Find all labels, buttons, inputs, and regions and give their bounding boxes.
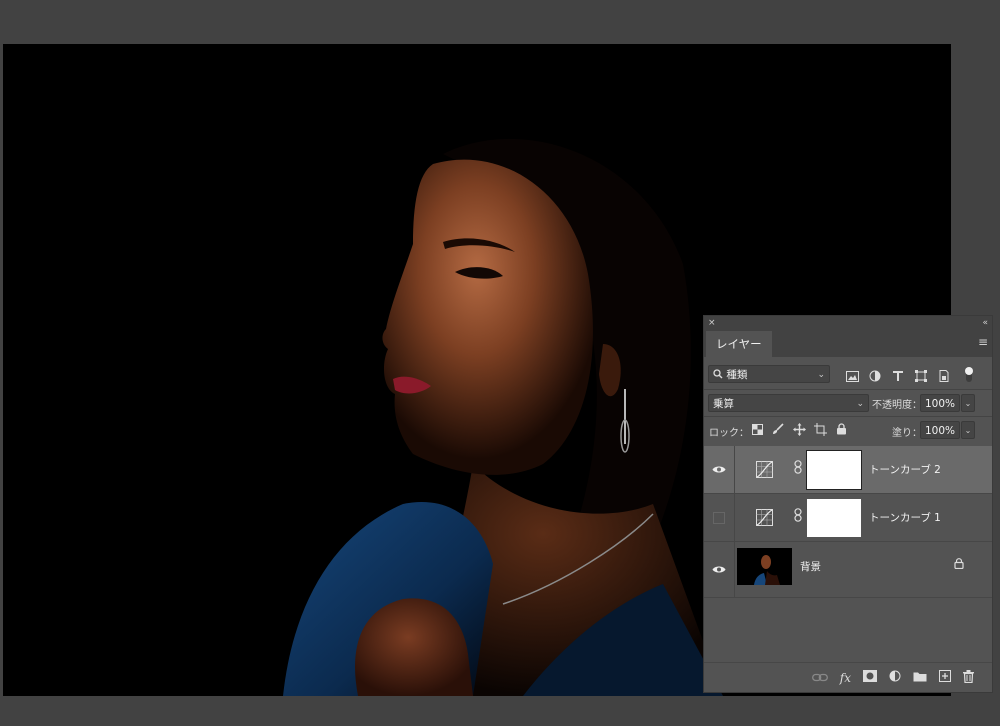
curves-adjustment-icon[interactable]: [756, 509, 773, 526]
layer-row-curves-2[interactable]: トーンカーブ 2: [704, 446, 992, 494]
chevron-down-icon: ⌄: [964, 399, 972, 408]
search-icon: [713, 369, 726, 381]
chevron-down-icon: ⌄: [964, 426, 972, 435]
layers-panel: × « レイヤー ≡ 種類 ⌄ 乗算 ⌄ 不透明度： 100% ⌄ ロック： 塗…: [703, 315, 993, 693]
layer-thumbnail[interactable]: [737, 548, 792, 585]
panel-menu-icon[interactable]: ≡: [978, 335, 988, 349]
layer-mask-thumbnail[interactable]: [806, 450, 862, 490]
filter-icon-group: [844, 368, 952, 384]
collapse-icon[interactable]: «: [982, 318, 988, 328]
type-filter-icon[interactable]: [890, 368, 906, 384]
close-icon[interactable]: ×: [708, 318, 716, 328]
new-layer-icon[interactable]: [939, 670, 951, 685]
hidden-visibility-box: [713, 511, 725, 524]
blend-mode-select[interactable]: 乗算 ⌄: [708, 394, 869, 412]
new-adjustment-icon[interactable]: [889, 670, 901, 685]
lock-position-icon[interactable]: [792, 422, 806, 436]
fill-dropdown-button[interactable]: ⌄: [961, 421, 975, 439]
lock-all-icon[interactable]: [834, 422, 848, 436]
chevron-down-icon: ⌄: [856, 399, 864, 409]
eye-icon: [712, 566, 726, 573]
lock-icon: [954, 558, 964, 572]
fill-input[interactable]: 100%: [920, 421, 960, 439]
shape-filter-icon[interactable]: [913, 368, 929, 384]
layers-bottom-toolbar: fx: [704, 662, 992, 692]
eye-icon: [712, 466, 726, 473]
link-icon[interactable]: [811, 671, 828, 685]
filter-kind-label: 種類: [726, 369, 748, 381]
link-chain-icon[interactable]: [794, 508, 802, 526]
adjustment-filter-icon[interactable]: [867, 368, 883, 384]
layer-name[interactable]: トーンカーブ 1: [869, 510, 941, 525]
fx-icon[interactable]: fx: [840, 671, 851, 685]
lock-transparent-icon[interactable]: [750, 422, 764, 436]
lock-image-icon[interactable]: [771, 422, 785, 436]
link-chain-icon[interactable]: [794, 460, 802, 478]
curves-adjustment-icon[interactable]: [756, 461, 773, 478]
layer-name[interactable]: トーンカーブ 2: [869, 462, 941, 477]
chevron-down-icon: ⌄: [817, 370, 825, 380]
blend-mode-value: 乗算: [713, 398, 734, 410]
layer-row-curves-1[interactable]: トーンカーブ 1: [704, 494, 992, 542]
filter-toggle-icon[interactable]: [964, 366, 974, 384]
panel-tabs: レイヤー ≡: [704, 329, 992, 357]
divider: [704, 416, 992, 417]
opacity-label: 不透明度：: [872, 400, 922, 411]
panel-titlebar: × «: [704, 316, 992, 329]
add-mask-icon[interactable]: [863, 670, 877, 685]
divider: [704, 389, 992, 390]
opacity-dropdown-button[interactable]: ⌄: [961, 394, 975, 412]
visibility-toggle[interactable]: [704, 542, 735, 597]
visibility-toggle[interactable]: [704, 494, 735, 541]
opacity-input[interactable]: 100%: [920, 394, 960, 412]
trash-icon[interactable]: [963, 669, 974, 686]
fill-label: 塗り：: [892, 428, 922, 439]
lock-label: ロック：: [709, 428, 749, 439]
tab-layers[interactable]: レイヤー: [706, 331, 772, 357]
layer-name[interactable]: 背景: [800, 559, 821, 574]
image-filter-icon[interactable]: [844, 368, 860, 384]
smart-object-filter-icon[interactable]: [936, 368, 952, 384]
new-group-icon[interactable]: [913, 671, 927, 685]
layer-row-background[interactable]: 背景: [704, 542, 992, 598]
lock-icon-group: [750, 422, 848, 436]
visibility-toggle[interactable]: [704, 446, 735, 493]
layer-filter-select[interactable]: 種類 ⌄: [708, 365, 830, 383]
lock-artboard-icon[interactable]: [813, 422, 827, 436]
layer-mask-thumbnail[interactable]: [807, 499, 861, 537]
